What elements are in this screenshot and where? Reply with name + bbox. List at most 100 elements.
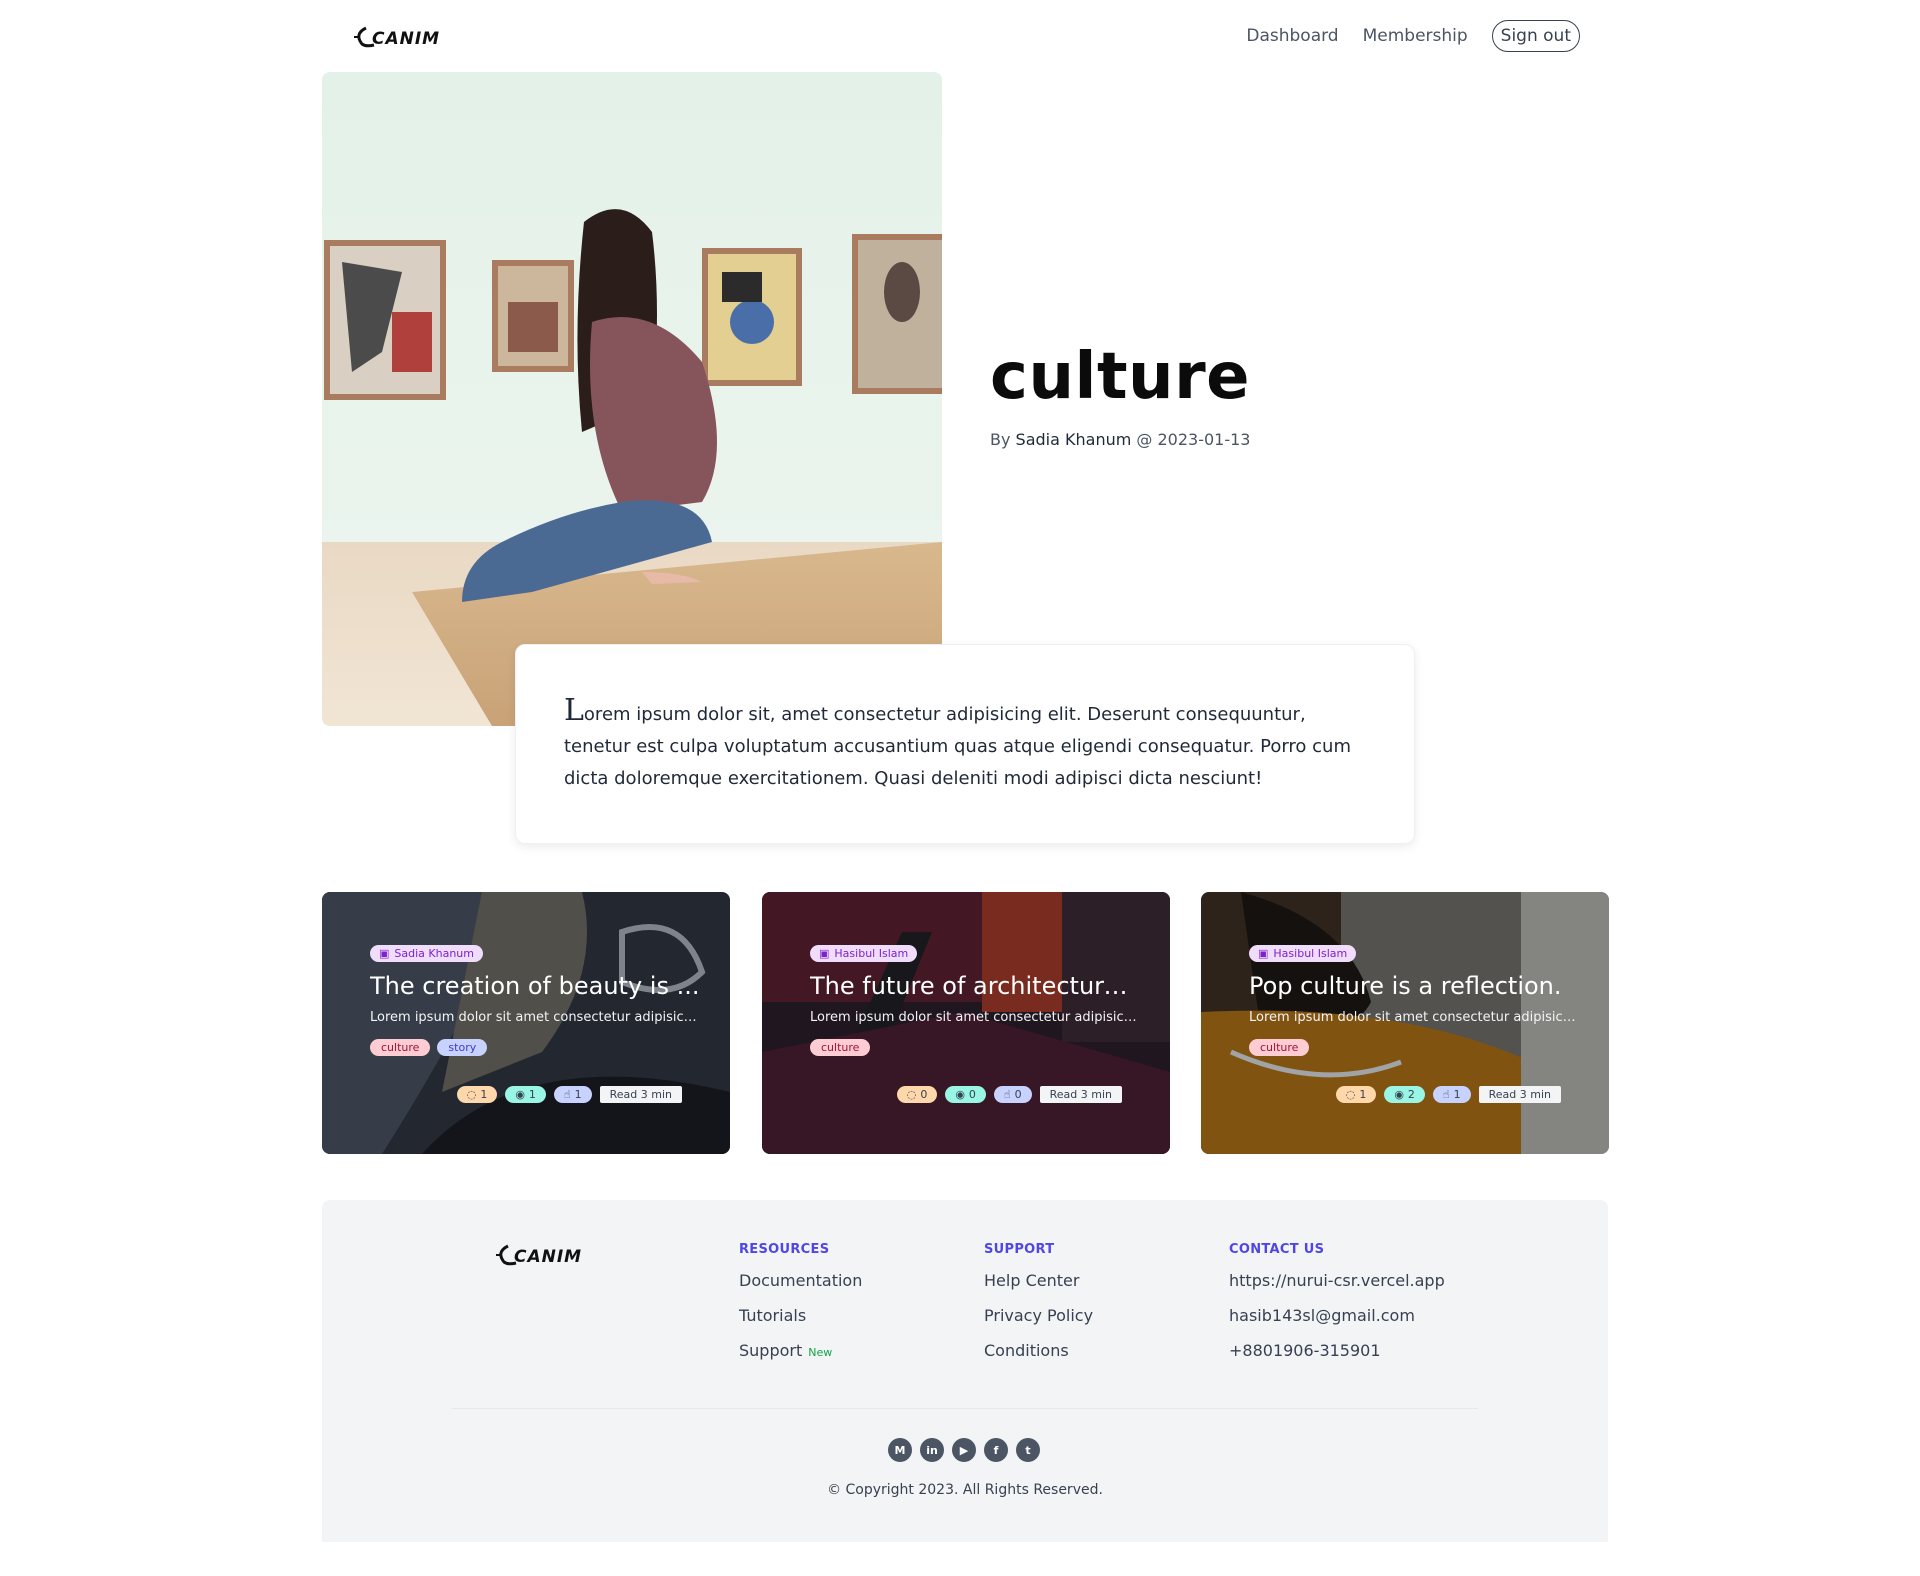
comment-icon: ◌ [1345,1088,1356,1101]
eye-icon: ◉ [515,1088,525,1101]
tag-story[interactable]: story [437,1039,488,1056]
excerpt-card: Lorem ipsum dolor sit, amet consectetur … [515,644,1415,844]
read-time: Read 3 min [1039,1086,1122,1103]
nav-membership-link[interactable]: Membership [1363,26,1468,46]
card-author-chip[interactable]: ▣ Sadia Khanum [370,945,483,962]
nav-dashboard-link[interactable]: Dashboard [1246,26,1338,46]
comments-count: 0 [920,1088,928,1101]
views-stat: ◉ 1 [505,1086,546,1103]
conditions-link[interactable]: Conditions [984,1341,1093,1360]
post-card[interactable]: ▣ Hasibul Islam The future of architectur… [762,892,1170,1154]
youtube-icon[interactable]: ▶ [952,1438,976,1462]
excerpt-text: Lorem ipsum dolor sit, amet consectetur … [564,695,1368,795]
site-logo[interactable]: CANIM [352,22,468,52]
likes-stat[interactable]: ☝ 1 [1432,1086,1471,1103]
card-title[interactable]: Pop culture is a reflection. [1249,972,1579,1000]
card-author: Hasibul Islam [834,947,909,960]
card-description: Lorem ipsum dolor sit amet consectetur a… [1249,1010,1579,1025]
phone-link[interactable]: +8801906-315901 [1229,1341,1445,1360]
tag-culture[interactable]: culture [1249,1039,1310,1056]
comments-stat: ◌ 1 [456,1086,498,1103]
thumbs-up-icon: ☝ [1003,1088,1011,1101]
thumbs-up-icon: ☝ [563,1088,571,1101]
email-link[interactable]: hasib143sl@gmail.com [1229,1306,1445,1325]
card-stats: ◌ 0 ◉ 0 ☝ 0 Read 3 min [896,1086,1122,1103]
eye-icon: ◉ [1394,1088,1404,1101]
linkedin-icon[interactable]: in [920,1438,944,1462]
card-tags: culture [810,1039,1140,1056]
likes-count: 1 [1453,1088,1461,1101]
views-count: 0 [968,1088,976,1101]
footer-resources: RESOURCES Documentation Tutorials Suppor… [739,1242,862,1376]
support-heading: SUPPORT [984,1242,1055,1257]
read-time: Read 3 min [1478,1086,1561,1103]
comments-stat: ◌ 0 [896,1086,938,1103]
comments-stat: ◌ 1 [1335,1086,1377,1103]
likes-count: 1 [574,1088,582,1101]
card-author: Sadia Khanum [394,947,474,960]
card-title[interactable]: The future of architecture... [810,972,1140,1000]
footer: CANIM RESOURCES Documentation Tutorials … [322,1200,1608,1542]
social-links: M in ▶ f t [888,1438,1040,1462]
card-content: ▣ Hasibul Islam Pop culture is a reflecti… [1249,942,1579,1056]
documentation-link[interactable]: Documentation [739,1271,862,1290]
tag-culture[interactable]: culture [370,1039,431,1056]
support-link[interactable]: Support New [739,1341,862,1360]
navbar: CANIM Dashboard Membership Sign out [322,18,1580,58]
facebook-icon[interactable]: f [984,1438,1008,1462]
views-stat: ◉ 2 [1384,1086,1425,1103]
excerpt-body: orem ipsum dolor sit, amet consectetur a… [564,704,1351,789]
card-author-chip[interactable]: ▣ Hasibul Islam [810,945,918,962]
resources-heading: RESOURCES [739,1242,830,1257]
post-author[interactable]: Sadia Khanum [1016,430,1132,449]
sign-out-button[interactable]: Sign out [1491,20,1580,52]
card-tags: culture story [370,1039,700,1056]
nav-links: Dashboard Membership Sign out [1246,20,1580,52]
card-author: Hasibul Islam [1273,947,1348,960]
tag-culture[interactable]: culture [810,1039,871,1056]
footer-support: SUPPORT Help Center Privacy Policy Condi… [984,1242,1093,1376]
card-content: ▣ Hasibul Islam The future of architectur… [810,942,1140,1056]
post-meta: By Sadia Khanum @ 2023-01-13 [990,430,1250,449]
eye-icon: ◉ [955,1088,965,1101]
website-link[interactable]: https://nurui-csr.vercel.app [1229,1271,1445,1290]
views-count: 2 [1407,1088,1415,1101]
user-icon: ▣ [379,947,390,960]
post-card[interactable]: ▣ Sadia Khanum The creation of beauty is … [322,892,730,1154]
footer-divider [452,1408,1478,1409]
contact-heading: CONTACT US [1229,1242,1325,1257]
privacy-policy-link[interactable]: Privacy Policy [984,1306,1093,1325]
page-title: culture [990,340,1251,414]
post-card[interactable]: ▣ Hasibul Islam Pop culture is a reflecti… [1201,892,1609,1154]
footer-logo[interactable]: CANIM [494,1240,610,1270]
card-tags: culture [1249,1039,1579,1056]
views-stat: ◉ 0 [945,1086,986,1103]
card-title[interactable]: The creation of beauty is ... [370,972,700,1000]
comments-count: 1 [480,1088,488,1101]
likes-count: 0 [1014,1088,1022,1101]
at-label: @ [1136,430,1153,449]
card-description: Lorem ipsum dolor sit amet consectetur a… [810,1010,1140,1025]
new-badge: New [808,1346,833,1359]
user-icon: ▣ [1258,947,1269,960]
user-icon: ▣ [819,947,830,960]
post-date: 2023-01-13 [1157,430,1251,449]
card-content: ▣ Sadia Khanum The creation of beauty is … [370,942,700,1056]
likes-stat[interactable]: ☝ 1 [553,1086,592,1103]
card-description: Lorem ipsum dolor sit amet consectetur a… [370,1010,700,1025]
card-stats: ◌ 1 ◉ 2 ☝ 1 Read 3 min [1335,1086,1561,1103]
comment-icon: ◌ [906,1088,917,1101]
support-link-label: Support [739,1341,803,1360]
copyright: © Copyright 2023. All Rights Reserved. [827,1482,1103,1498]
comments-count: 1 [1359,1088,1367,1101]
by-label: By [990,430,1011,449]
hero-image [322,72,942,726]
drop-cap: L [564,693,584,728]
thumbs-up-icon: ☝ [1442,1088,1450,1101]
twitter-icon[interactable]: t [1016,1438,1040,1462]
medium-icon[interactable]: M [888,1438,912,1462]
tutorials-link[interactable]: Tutorials [739,1306,862,1325]
help-center-link[interactable]: Help Center [984,1271,1093,1290]
likes-stat[interactable]: ☝ 0 [993,1086,1032,1103]
card-author-chip[interactable]: ▣ Hasibul Islam [1249,945,1357,962]
